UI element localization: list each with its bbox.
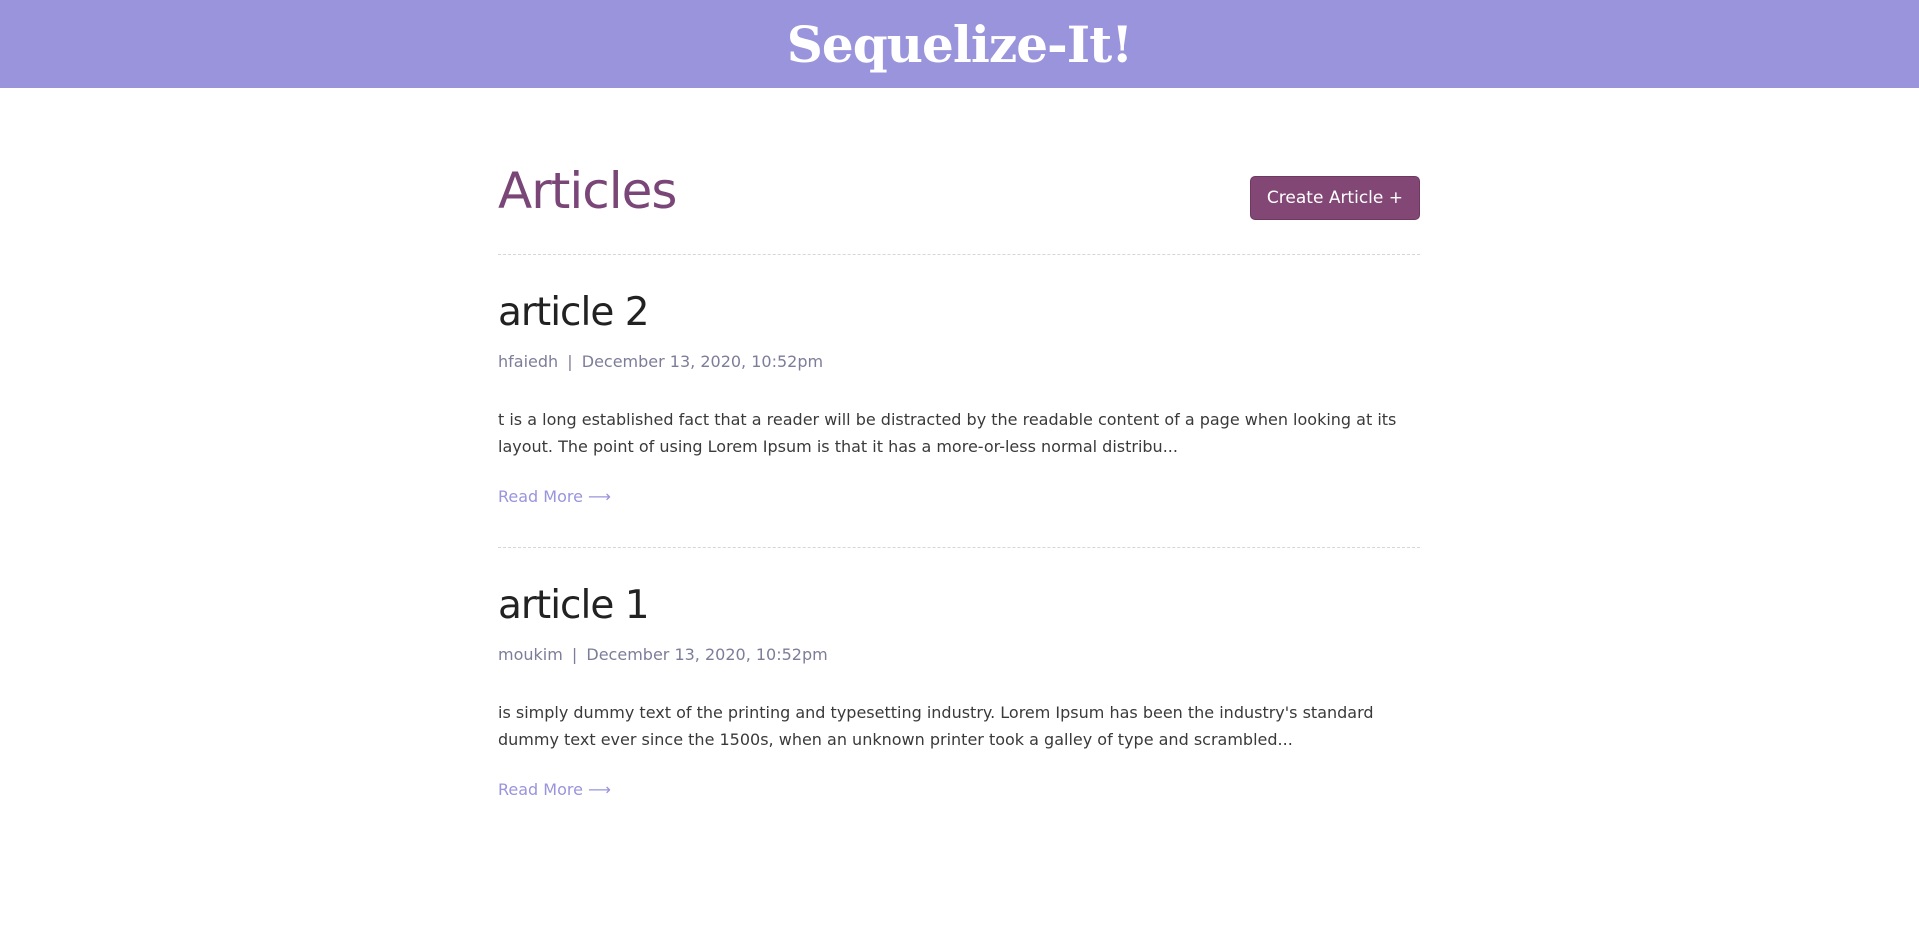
- article-author: moukim: [498, 645, 563, 664]
- article-excerpt: is simply dummy text of the printing and…: [498, 703, 1374, 749]
- article-item: article 1 moukim | December 13, 2020, 10…: [498, 548, 1420, 840]
- page-header: Articles Create Article +: [498, 88, 1420, 255]
- create-article-button[interactable]: Create Article +: [1249, 176, 1420, 220]
- top-navbar: Sequelize-It!: [0, 0, 1919, 88]
- article-meta: moukim | December 13, 2020, 10:52pm: [498, 645, 828, 664]
- article-meta: hfaiedh | December 13, 2020, 10:52pm: [498, 352, 823, 371]
- article-title[interactable]: article 1: [498, 586, 650, 625]
- page-title: Articles: [498, 162, 677, 220]
- site-brand-link[interactable]: Sequelize-It!: [787, 15, 1133, 74]
- meta-separator: |: [567, 352, 573, 371]
- read-more-link[interactable]: Read More ⟶: [498, 780, 611, 799]
- article-item: article 2 hfaiedh | December 13, 2020, 1…: [498, 255, 1420, 548]
- article-title[interactable]: article 2: [498, 293, 650, 332]
- article-date: December 13, 2020, 10:52pm: [586, 645, 828, 664]
- read-more-link[interactable]: Read More ⟶: [498, 487, 611, 506]
- article-author: hfaiedh: [498, 352, 559, 371]
- article-excerpt: t is a long established fact that a read…: [498, 410, 1397, 456]
- meta-separator: |: [571, 645, 578, 664]
- articles-container: Articles Create Article + article 2 hfai…: [498, 88, 1420, 840]
- article-date: December 13, 2020, 10:52pm: [581, 352, 824, 371]
